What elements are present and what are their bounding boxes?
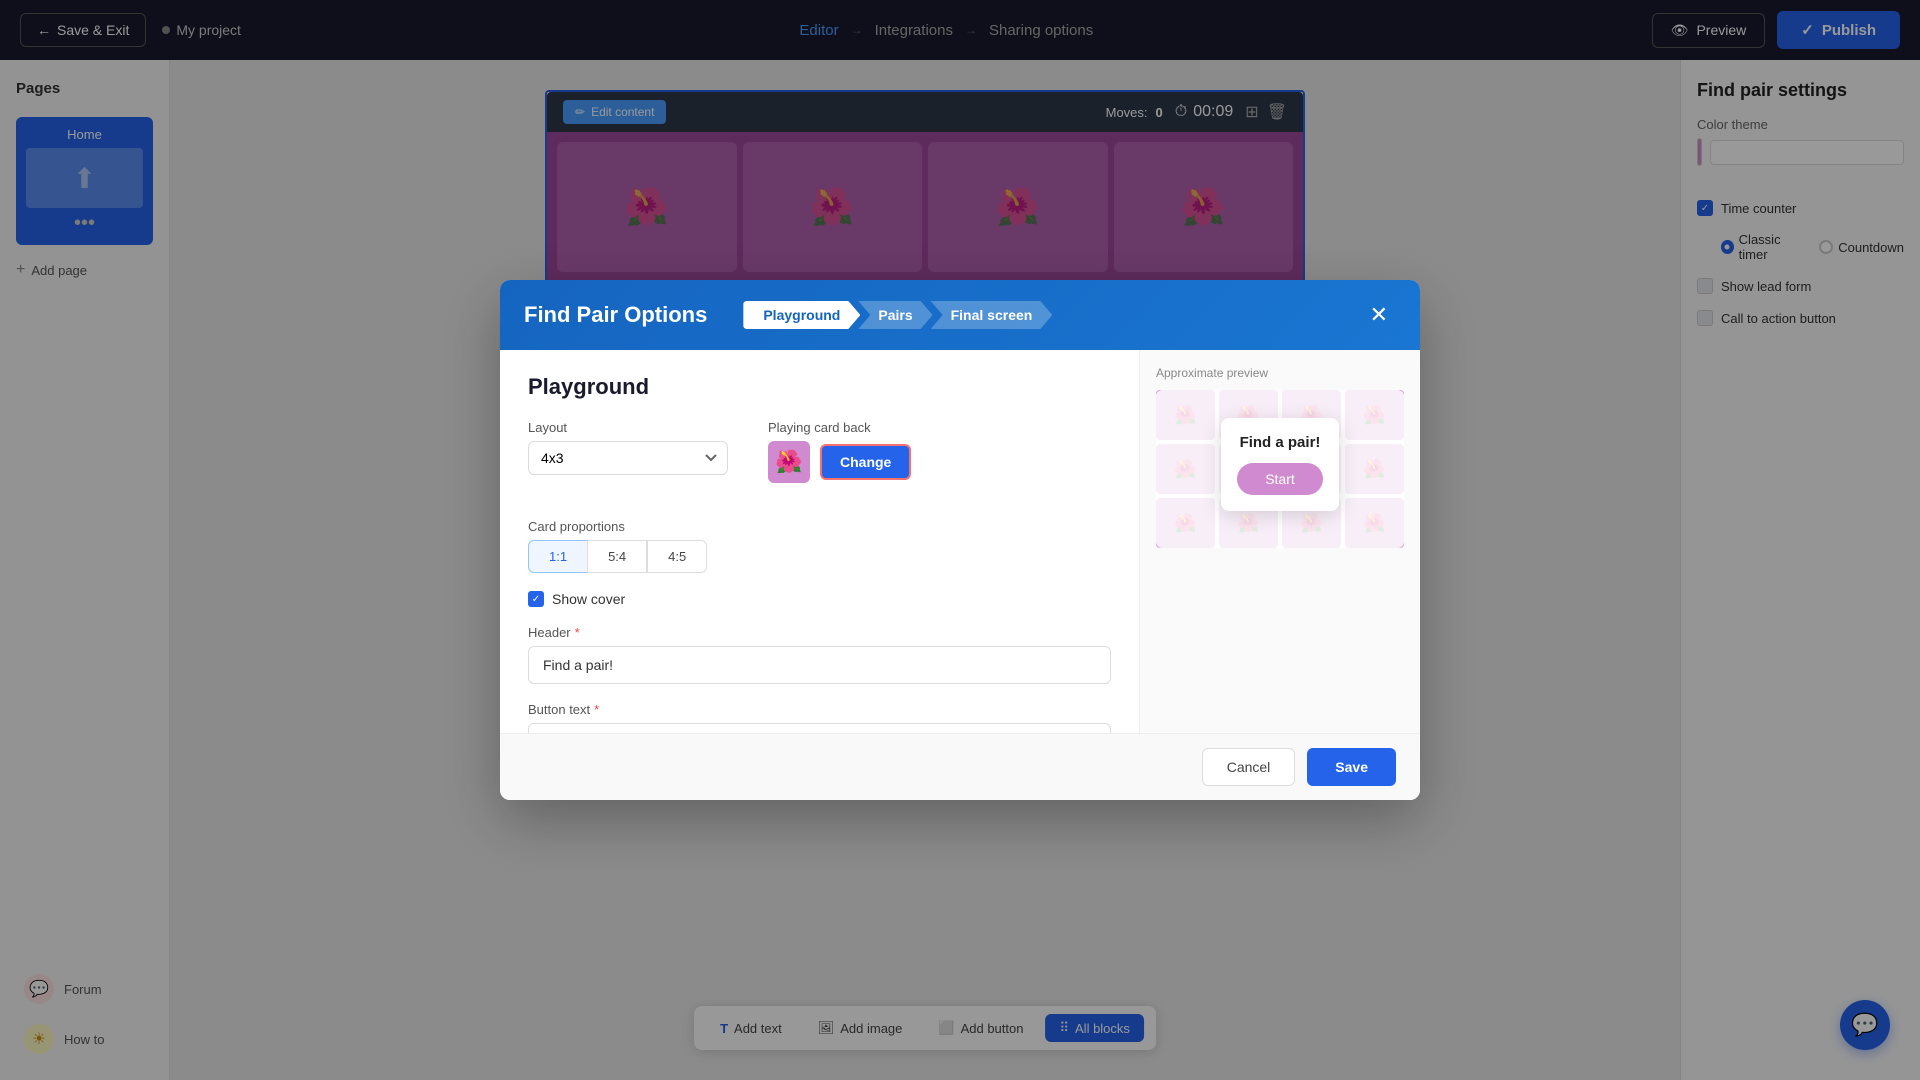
modal-steps: Playground Pairs Final screen (743, 301, 1052, 329)
button-text-label: Button text * (528, 702, 1111, 717)
change-card-back-button[interactable]: Change (820, 444, 911, 480)
preview-area: 🌺 🌺 🌺 🌺 🌺 🌺 🌺 🌺 🌺 🌺 🌺 🌺 (1156, 390, 1404, 548)
playing-card-area: 🌺 Change (768, 441, 911, 483)
preview-start-button[interactable]: Start (1237, 463, 1323, 495)
show-cover-label: Show cover (552, 591, 625, 607)
approximate-preview-label: Approximate preview (1156, 366, 1404, 380)
save-button[interactable]: Save (1307, 748, 1396, 786)
playing-card-back-label: Playing card back (768, 420, 911, 435)
layout-label: Layout (528, 420, 728, 435)
modal-overlay: Find Pair Options Playground Pairs Final… (0, 0, 1920, 1080)
find-pair-options-modal: Find Pair Options Playground Pairs Final… (500, 280, 1420, 800)
layout-select[interactable]: 4x3 (528, 441, 728, 475)
modal-close-button[interactable]: ✕ (1362, 298, 1396, 332)
button-text-input[interactable] (528, 723, 1111, 733)
show-cover-checkbox[interactable]: ✓ (528, 591, 544, 607)
modal-step-final-screen[interactable]: Final screen (931, 301, 1053, 329)
proportion-4-5-button[interactable]: 4:5 (647, 540, 707, 573)
proportion-1-1-button[interactable]: 1:1 (528, 540, 587, 573)
card-preview-thumb: 🌺 (768, 441, 810, 483)
modal-left-panel: Playground Layout 4x3 Playing card back (500, 350, 1140, 733)
button-text-form-row: Button text * (528, 702, 1111, 733)
modal-body: Playground Layout 4x3 Playing card back (500, 350, 1420, 733)
layout-form-row: Layout 4x3 (528, 420, 728, 475)
header-required-star: * (575, 625, 580, 640)
modal-step-pairs[interactable]: Pairs (858, 301, 932, 329)
preview-popup-title: Find a pair! (1237, 434, 1323, 451)
modal-header: Find Pair Options Playground Pairs Final… (500, 280, 1420, 350)
playing-card-back-row: Playing card back 🌺 Change (768, 420, 911, 483)
modal-section-title: Playground (528, 374, 1111, 400)
card-preview-emoji: 🌺 (775, 449, 802, 475)
button-text-required-star: * (594, 702, 599, 717)
layout-card-row: Layout 4x3 Playing card back 🌺 Change (528, 420, 1111, 501)
modal-step-playground[interactable]: Playground (743, 301, 860, 329)
card-proportions-buttons: 1:1 5:4 4:5 (528, 540, 1111, 573)
modal-right-panel: Approximate preview 🌺 🌺 🌺 🌺 🌺 🌺 🌺 🌺 🌺 (1140, 350, 1420, 733)
preview-popup: Find a pair! Start (1221, 418, 1339, 511)
proportion-5-4-button[interactable]: 5:4 (587, 540, 647, 573)
header-label: Header * (528, 625, 1111, 640)
card-proportions-row: Card proportions 1:1 5:4 4:5 (528, 519, 1111, 573)
header-input[interactable] (528, 646, 1111, 684)
card-proportions-label: Card proportions (528, 519, 1111, 534)
preview-popup-overlay: Find a pair! Start (1156, 390, 1404, 548)
header-form-row: Header * (528, 625, 1111, 684)
modal-footer: Cancel Save (500, 733, 1420, 800)
modal-title: Find Pair Options (524, 302, 707, 328)
cancel-button[interactable]: Cancel (1202, 748, 1296, 786)
show-cover-row: ✓ Show cover (528, 591, 1111, 607)
